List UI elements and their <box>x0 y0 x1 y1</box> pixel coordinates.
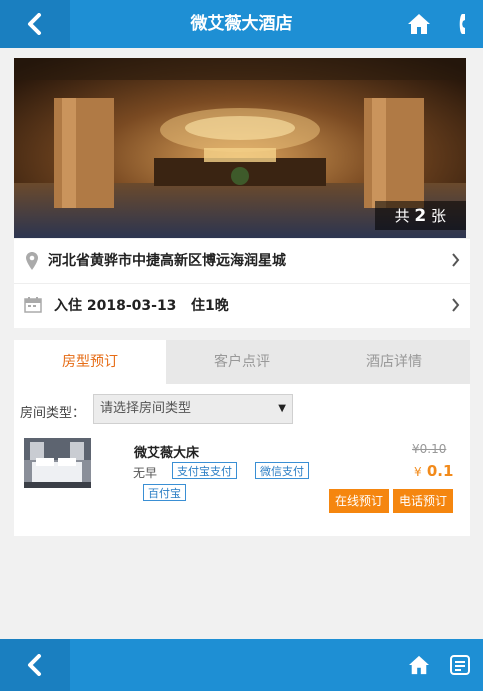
bottom-back-button[interactable] <box>0 639 70 691</box>
top-nav-bar: 微艾薇大酒店 <box>0 0 483 48</box>
chevron-right-icon <box>452 298 460 312</box>
list-icon <box>450 655 470 675</box>
detail-tabs: 房型预订 客户点评 酒店详情 <box>14 340 470 384</box>
photo-count-unit: 张 <box>430 207 446 225</box>
current-price: ¥ 0.1 <box>414 462 453 480</box>
room-photo-image <box>24 438 91 488</box>
bottom-list-button[interactable] <box>444 639 476 691</box>
photo-count-badge: 共 2 张 <box>374 201 466 230</box>
tab-hotel-details[interactable]: 酒店详情 <box>318 340 470 384</box>
phone-icon <box>459 14 465 34</box>
tab-reviews[interactable]: 客户点评 <box>166 340 318 384</box>
address-text: 河北省黄骅市中捷高新区博远海润星城 <box>48 253 286 269</box>
calendar-icon <box>24 297 42 313</box>
original-price: ¥0.10 <box>412 442 447 456</box>
photo-count-number: 2 <box>414 206 427 226</box>
home-icon <box>409 655 429 675</box>
breakfast-info: 无早 <box>133 466 158 480</box>
back-arrow-icon <box>28 654 41 676</box>
bottom-home-button[interactable] <box>398 639 440 691</box>
checkin-row[interactable]: 入住 2018-03-13 住1晚 <box>14 284 470 328</box>
room-name: 微艾薇大床 <box>134 446 200 461</box>
online-booking-button[interactable]: 在线预订 <box>329 489 389 513</box>
photo-count-prefix: 共 <box>394 207 410 225</box>
room-booking-panel: 房间类型： 请选择房间类型 ▼ 微艾薇大床 无早 支付宝支付 微信支付 百付宝 … <box>14 384 470 536</box>
room-type-label: 房间类型： <box>20 406 86 421</box>
home-button[interactable] <box>398 0 440 48</box>
phone-booking-button[interactable]: 电话预订 <box>393 489 453 513</box>
alipay-tag: 支付宝支付 <box>172 462 237 479</box>
baifubao-tag: 百付宝 <box>143 484 186 501</box>
phone-button[interactable] <box>446 0 483 48</box>
chevron-right-icon <box>452 253 460 267</box>
location-pin-icon <box>26 252 38 270</box>
price-value: 0.1 <box>426 462 454 480</box>
price-symbol: ¥ <box>414 465 422 479</box>
dropdown-arrow-icon: ▼ <box>278 403 286 414</box>
tab-room-booking[interactable]: 房型预订 <box>14 340 166 384</box>
home-icon <box>408 14 430 34</box>
room-type-selected: 请选择房间类型 <box>100 401 192 416</box>
address-row[interactable]: 河北省黄骅市中捷高新区博远海润星城 <box>14 239 470 284</box>
wechat-pay-tag: 微信支付 <box>255 462 309 479</box>
checkin-text: 入住 2018-03-13 住1晚 <box>54 298 229 314</box>
bottom-nav-bar <box>0 639 483 691</box>
room-type-select[interactable]: 请选择房间类型 ▼ <box>93 394 293 424</box>
hotel-photo-banner[interactable]: 共 2 张 <box>14 58 466 238</box>
room-photo[interactable] <box>24 438 91 488</box>
